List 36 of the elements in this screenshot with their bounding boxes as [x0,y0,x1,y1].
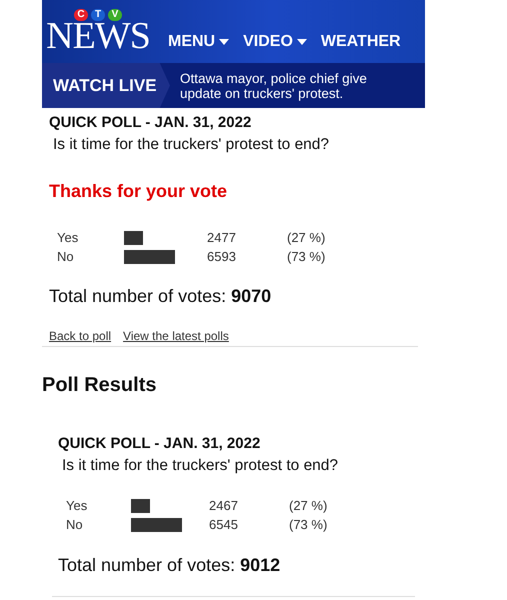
option-label: Yes [66,498,88,513]
total-votes: 9070 [231,286,272,306]
option-label: No [66,517,84,532]
vote-percent: (73 %) [289,517,328,532]
total-label: Total number of votes: [49,286,226,306]
thanks-message: Thanks for your vote [49,181,228,202]
nav-link[interactable]: WEATHER [320,33,401,51]
option-label: No [57,249,75,264]
option-label: Yes [57,230,80,245]
nav-link[interactable]: VIDEO [243,33,307,51]
watch-live-button[interactable]: WATCH LIVE [42,63,170,108]
poll-question: Is it time for the truckers' protest to end? [53,136,330,154]
vote-count: 2467 [209,498,239,513]
poll-link[interactable]: Back to poll [49,329,112,343]
vote-count: 6593 [207,249,237,264]
result-bar [131,518,182,532]
logo-letter: C [74,9,88,21]
result-bar [124,250,175,264]
result-bar [131,498,150,512]
total-label: Total number of votes: [58,555,236,575]
vote-count: 2477 [207,230,237,245]
section-heading: Poll Results [42,374,158,397]
logo-letter: V [108,9,122,21]
total-votes: 9012 [240,555,280,575]
poll-title: QUICK POLL - JAN. 31, 2022 [58,435,262,452]
nav-link[interactable]: MENU [168,33,230,51]
vote-percent: (27 %) [287,230,326,245]
poll-title: QUICK POLL - JAN. 31, 2022 [49,114,252,131]
headline-link[interactable]: Ottawa mayor, police chief give update on truckers' protest. [180,70,410,100]
logo-letter: T [91,9,105,21]
vote-percent: (27 %) [289,498,328,513]
poll-link[interactable]: View the latest polls [123,329,229,343]
result-bar [124,230,144,244]
vote-percent: (73 %) [287,249,326,264]
vote-count: 6545 [209,517,239,532]
poll-question: Is it time for the truckers' protest to end? [62,457,340,475]
